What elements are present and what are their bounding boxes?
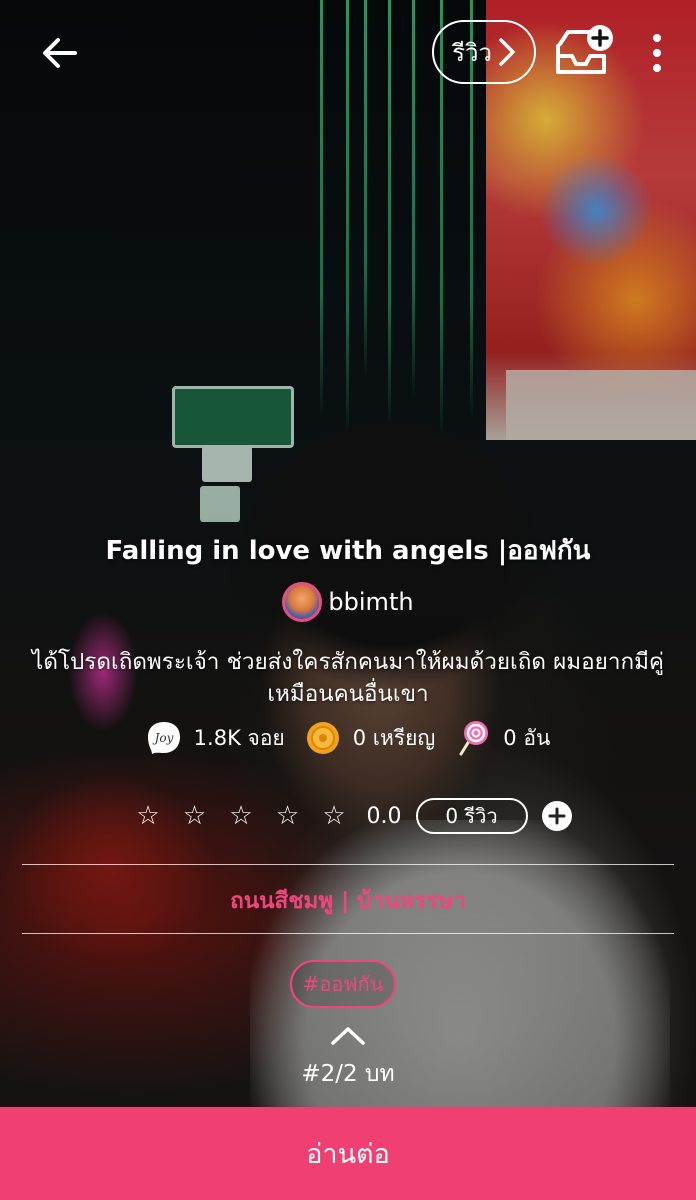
story-title: Falling in love with angels |ออฟกัน <box>105 536 591 566</box>
continue-reading-label: อ่านต่อ <box>306 1139 390 1170</box>
author-name: bbimth <box>328 588 414 616</box>
rating-value: 0.0 <box>366 803 402 829</box>
star-outline-icon[interactable]: ☆ <box>177 801 213 831</box>
review-button[interactable]: รีวิว <box>432 20 536 84</box>
continue-reading-button[interactable]: อ่านต่อ <box>0 1107 696 1200</box>
divider <box>22 933 674 934</box>
joy-badge-icon: Joy <box>146 720 182 756</box>
more-vertical-icon <box>653 34 661 72</box>
chevron-right-icon <box>499 38 515 66</box>
joy-count: 1.8K จอย <box>193 725 285 750</box>
svg-text:Joy: Joy <box>151 731 173 745</box>
story-description: ได้โปรดเถิดพระเจ้า ช่วยส่งใครสักคนมาให้ผ… <box>32 649 664 707</box>
collapse-button[interactable] <box>328 1024 368 1048</box>
chapter-count: #2/2 บท <box>301 1061 395 1087</box>
story-categories[interactable]: ถนนสีชมพู | บ้านหรรษา <box>0 882 696 918</box>
add-review-button[interactable] <box>541 801 572 831</box>
joy-stat: Joy 1.8K จอย <box>146 720 285 756</box>
review-button-label: รีวิว <box>452 38 492 67</box>
story-stats: Joy 1.8K จอย 0 เหรียญ 0 อัน <box>0 720 696 756</box>
more-options-button[interactable] <box>640 26 674 80</box>
coin-stat: 0 เหรียญ <box>305 720 436 756</box>
top-bar: รีวิว <box>0 0 696 104</box>
author-avatar <box>282 582 323 622</box>
star-outline-icon[interactable]: ☆ <box>223 801 259 831</box>
candy-count: 0 อัน <box>503 725 551 750</box>
inbox-plus-icon <box>556 25 613 74</box>
candy-stat: 0 อัน <box>455 720 550 756</box>
coin-count: 0 เหรียญ <box>352 725 436 750</box>
author-link[interactable]: bbimth <box>0 582 696 622</box>
coin-icon <box>305 720 341 756</box>
chevron-up-icon <box>331 1027 365 1045</box>
plus-circle-icon <box>548 807 565 825</box>
arrow-left-icon <box>43 38 77 68</box>
divider <box>22 864 674 865</box>
star-outline-icon[interactable]: ☆ <box>130 801 166 831</box>
tag-chip[interactable]: #ออฟกัน <box>290 960 396 1008</box>
back-button[interactable] <box>30 26 90 80</box>
lollipop-icon <box>455 720 491 756</box>
add-to-shelf-button[interactable] <box>548 20 618 84</box>
star-outline-icon[interactable]: ☆ <box>270 801 306 831</box>
review-count-button[interactable]: 0 รีวิว <box>415 798 528 834</box>
star-outline-icon[interactable]: ☆ <box>316 801 352 831</box>
rating-row: ☆ ☆ ☆ ☆ ☆ 0.0 0 รีวิว <box>130 798 572 834</box>
